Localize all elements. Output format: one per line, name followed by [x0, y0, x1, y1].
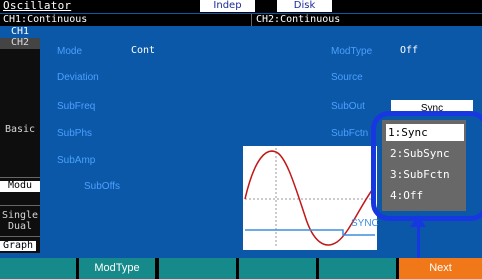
softkey-1[interactable] — [0, 258, 76, 279]
modtype-label[interactable]: ModType — [331, 46, 372, 57]
nav-ch2[interactable]: CH2 — [0, 38, 40, 49]
nav-graph[interactable]: Graph — [0, 241, 36, 251]
oscillator-screen: Oscillator Indep Disk CH1:Continuous CH2… — [0, 0, 482, 279]
subphs-label[interactable]: SubPhs — [57, 128, 92, 139]
deviation-label[interactable]: Deviation — [57, 72, 99, 83]
channel-status-row: CH1:Continuous CH2:Continuous — [0, 14, 482, 26]
mode-label[interactable]: Mode — [57, 46, 82, 57]
nav-divider — [0, 236, 40, 237]
disk-indicator: Disk — [277, 0, 332, 12]
ch1-status: CH1:Continuous — [3, 14, 88, 25]
channel-divider — [251, 14, 252, 26]
source-label[interactable]: Source — [331, 72, 363, 83]
highlight-ring — [371, 111, 482, 221]
nav-single[interactable]: Single — [0, 211, 40, 221]
nav-modu[interactable]: Modu — [0, 181, 40, 192]
sync-graph-label: SYNC — [351, 218, 379, 229]
subfctn-label[interactable]: SubFctn — [331, 128, 368, 139]
softkey-modtype[interactable]: ModType — [79, 258, 155, 279]
mode-value[interactable]: Cont — [131, 45, 155, 56]
suboffs-label[interactable]: SubOffs — [84, 181, 120, 192]
waveform-svg — [244, 148, 376, 248]
softkey-4[interactable] — [239, 258, 316, 279]
nav-dual[interactable]: Dual — [0, 222, 40, 232]
subamp-label[interactable]: SubAmp — [57, 155, 95, 166]
arrow-head-icon — [410, 215, 426, 227]
softkey-bar: ModType Next — [0, 258, 482, 279]
nav-basic[interactable]: Basic — [0, 125, 40, 135]
softkey-3[interactable] — [159, 258, 236, 279]
subfreq-label[interactable]: SubFreq — [57, 101, 95, 112]
page-title: Oscillator — [3, 0, 72, 12]
indep-indicator: Indep — [200, 0, 255, 12]
softkey-next[interactable]: Next — [399, 258, 482, 279]
subout-label[interactable]: SubOut — [331, 101, 365, 112]
waveform-graph: SYNC — [243, 146, 379, 250]
sine-waveform — [244, 150, 376, 246]
title-bar: Oscillator Indep Disk — [0, 0, 482, 13]
ch2-status: CH2:Continuous — [256, 14, 341, 25]
softkey-5[interactable] — [319, 258, 396, 279]
arrow-up-icon — [417, 225, 420, 260]
sync-pulse-line — [245, 229, 375, 236]
nav-divider — [0, 177, 40, 178]
nav-divider — [0, 205, 40, 206]
modtype-value[interactable]: Off — [400, 45, 418, 56]
left-nav: CH1 CH2 Basic Modu Single Dual Graph — [0, 27, 40, 253]
